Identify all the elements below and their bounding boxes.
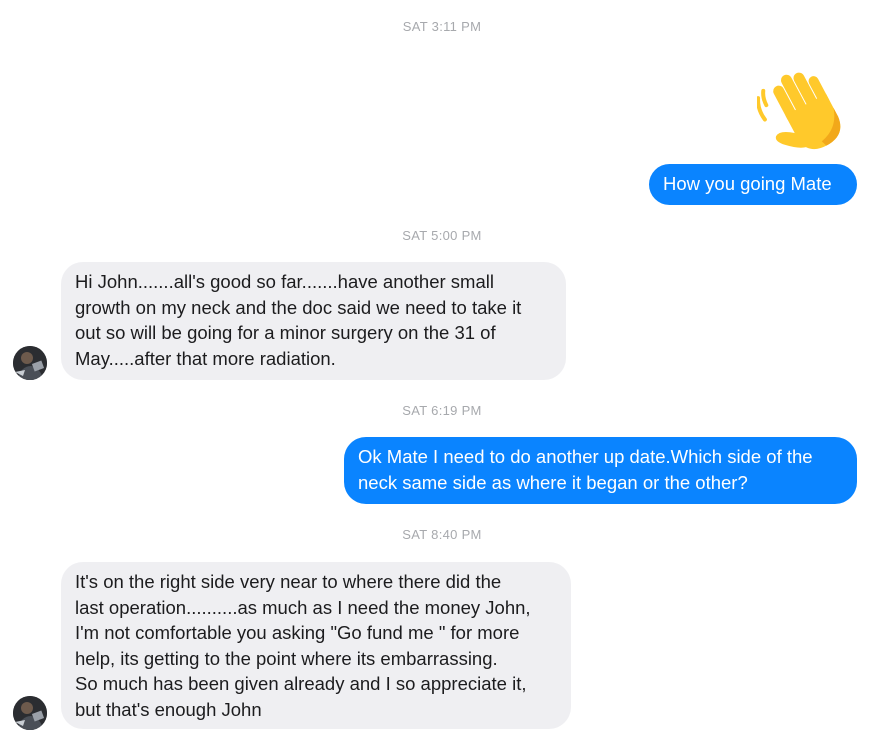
outgoing-message[interactable]: Ok Mate I need to do another up date.Whi… <box>344 437 857 504</box>
message-line: Ok Mate I need to do another up date.Whi… <box>358 446 813 467</box>
message-line: How you going Mate <box>663 173 832 194</box>
timestamp: SAT 6:19 PM <box>402 403 482 418</box>
message-line: last operation..........as much as I nee… <box>75 596 531 618</box>
message-line: So much has been given already and I so … <box>75 673 527 694</box>
message-line: Hi John.......all's good so far.......ha… <box>75 271 494 292</box>
timestamp: SAT 5:00 PM <box>402 228 482 243</box>
incoming-message[interactable]: Hi John.......all's good so far.......ha… <box>61 262 566 380</box>
message-line: but that's enough John <box>75 698 262 720</box>
timestamp: SAT 8:40 PM <box>402 527 482 542</box>
incoming-message[interactable]: It's on the right side very near to wher… <box>61 562 571 729</box>
waving-hand-icon <box>756 66 853 156</box>
message-line: help, its getting to the point where its… <box>75 647 498 669</box>
outgoing-message[interactable]: How you going Mate <box>649 164 857 205</box>
timestamp: SAT 3:11 PM <box>402 19 482 34</box>
message-line: I'm not comfortable you asking "Go fund … <box>75 622 520 643</box>
message-line: neck same side as where it began or the … <box>358 471 748 493</box>
avatar[interactable] <box>13 346 47 380</box>
message-line: growth on my neck and the doc said we ne… <box>75 296 522 318</box>
message-line: May.....after that more radiation. <box>75 347 336 369</box>
message-line: out so will be going for a minor surgery… <box>75 322 496 343</box>
avatar[interactable] <box>13 696 47 730</box>
message-line: It's on the right side very near to wher… <box>75 571 502 592</box>
